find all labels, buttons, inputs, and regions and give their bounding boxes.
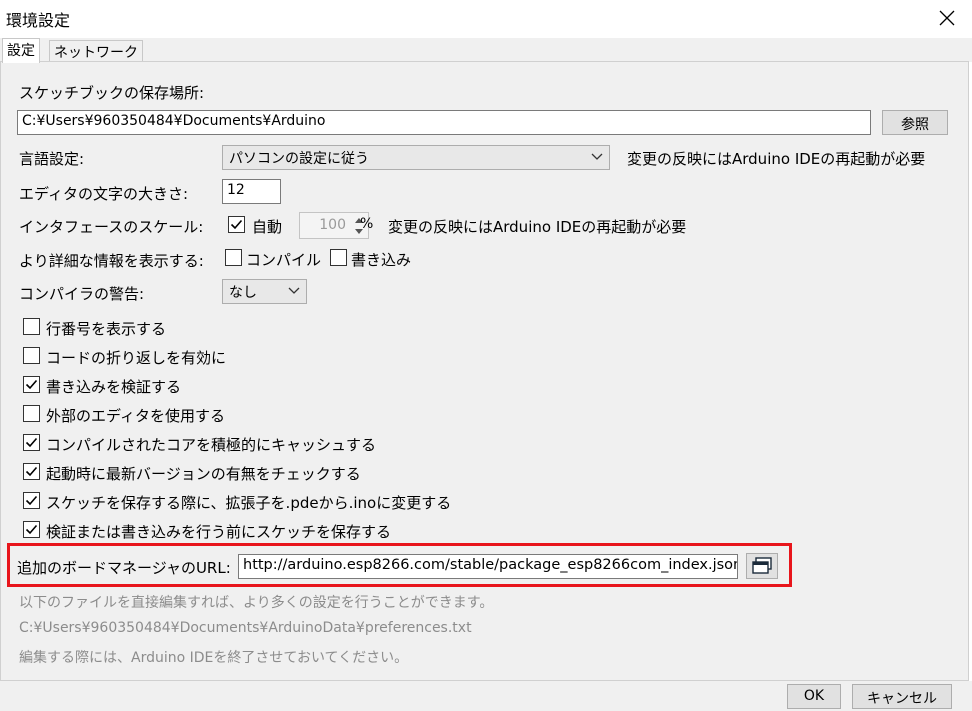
language-selected: パソコンの設定に従う — [229, 151, 369, 167]
font-size-input[interactable]: 12 — [222, 179, 281, 204]
verbose-compile-label: コンパイル — [246, 251, 322, 269]
option-check-updates-label: 起動時に最新バージョンの有無をチェックする — [46, 465, 361, 483]
chevron-down-icon — [591, 153, 603, 160]
dialog-footer: OK キャンセル — [0, 681, 972, 711]
scale-auto-label: 自動 — [252, 218, 283, 236]
option-external-editor-checkbox[interactable] — [23, 405, 40, 422]
scale-label: インタフェースのスケール: — [19, 218, 204, 236]
verbose-compile-checkbox[interactable] — [225, 249, 242, 266]
board-manager-label: 追加のボードマネージャのURL: — [17, 559, 231, 577]
sketchbook-label: スケッチブックの保存場所: — [19, 84, 205, 102]
cancel-button[interactable]: キャンセル — [852, 684, 952, 709]
checkmark-icon — [25, 495, 38, 506]
ok-button[interactable]: OK — [787, 684, 841, 709]
scale-value: 100 — [319, 217, 346, 233]
sketchbook-path-input[interactable]: C:¥Users¥960350484¥Documents¥Arduino — [17, 110, 871, 135]
option-cache-core-checkbox[interactable] — [23, 434, 40, 451]
verbose-label: より詳細な情報を表示する: — [19, 252, 204, 270]
window-icon — [752, 557, 772, 574]
language-select[interactable]: パソコンの設定に従う — [222, 145, 610, 170]
title-bar: 環境設定 — [0, 0, 972, 38]
font-size-label: エディタの文字の大きさ: — [19, 185, 189, 203]
option-line-numbers-checkbox[interactable] — [23, 318, 40, 335]
window-title: 環境設定 — [6, 11, 71, 30]
prefs-note-text: 以下のファイルを直接編集すれば、より多くの設定を行うことができます。 — [19, 595, 494, 611]
chevron-down-icon — [288, 287, 300, 294]
option-external-editor-label: 外部のエディタを使用する — [46, 407, 225, 425]
option-check-updates-checkbox[interactable] — [23, 463, 40, 480]
option-rename-extension-label: スケッチを保存する際に、拡張子を.pdeから.inoに変更する — [46, 494, 452, 512]
verbose-upload-checkbox[interactable] — [330, 249, 347, 266]
scale-unit: % — [360, 216, 374, 232]
browse-button[interactable]: 参照 — [882, 110, 948, 135]
checkmark-icon — [25, 466, 38, 477]
scale-restart-note: 変更の反映にはArduino IDEの再起動が必要 — [388, 218, 687, 236]
scale-auto-checkbox[interactable] — [228, 216, 245, 233]
close-button[interactable] — [930, 2, 964, 34]
prefs-file-path: C:¥Users¥960350484¥Documents¥ArduinoData… — [19, 620, 472, 636]
tab-strip: 設定 ネットワーク — [0, 38, 972, 63]
tab-network[interactable]: ネットワーク — [49, 40, 143, 63]
option-save-before-verify-checkbox[interactable] — [23, 521, 40, 538]
scale-spinner[interactable]: 100 — [299, 212, 369, 239]
board-manager-edit-button[interactable] — [746, 553, 778, 579]
verbose-upload-label: 書き込み — [351, 251, 412, 269]
option-line-numbers-label: 行番号を表示する — [46, 320, 167, 338]
tab-settings[interactable]: 設定 — [2, 38, 40, 63]
option-rename-extension-checkbox[interactable] — [23, 492, 40, 509]
option-save-before-verify-label: 検証または書き込みを行う前にスケッチを保存する — [46, 523, 392, 541]
checkmark-icon — [25, 437, 38, 448]
close-icon — [939, 10, 955, 26]
warnings-select[interactable]: なし — [222, 279, 307, 304]
option-code-folding-label: コードの折り返しを有効に — [46, 349, 227, 367]
checkmark-icon — [230, 219, 243, 230]
prefs-close-ide-note: 編集する際には、Arduino IDEを終了させておいてください。 — [19, 650, 409, 666]
option-verify-upload-checkbox[interactable] — [23, 376, 40, 393]
board-manager-url-input[interactable]: http://arduino.esp8266.com/stable/packag… — [238, 554, 738, 579]
checkmark-icon — [25, 524, 38, 535]
warnings-label: コンパイラの警告: — [19, 285, 145, 303]
warnings-selected: なし — [229, 285, 257, 301]
language-restart-note: 変更の反映にはArduino IDEの再起動が必要 — [627, 150, 926, 168]
option-code-folding-checkbox[interactable] — [23, 347, 40, 364]
option-verify-upload-label: 書き込みを検証する — [46, 378, 182, 396]
language-label: 言語設定: — [19, 150, 85, 168]
option-cache-core-label: コンパイルされたコアを積極的にキャッシュする — [46, 436, 377, 454]
checkmark-icon — [25, 379, 38, 390]
